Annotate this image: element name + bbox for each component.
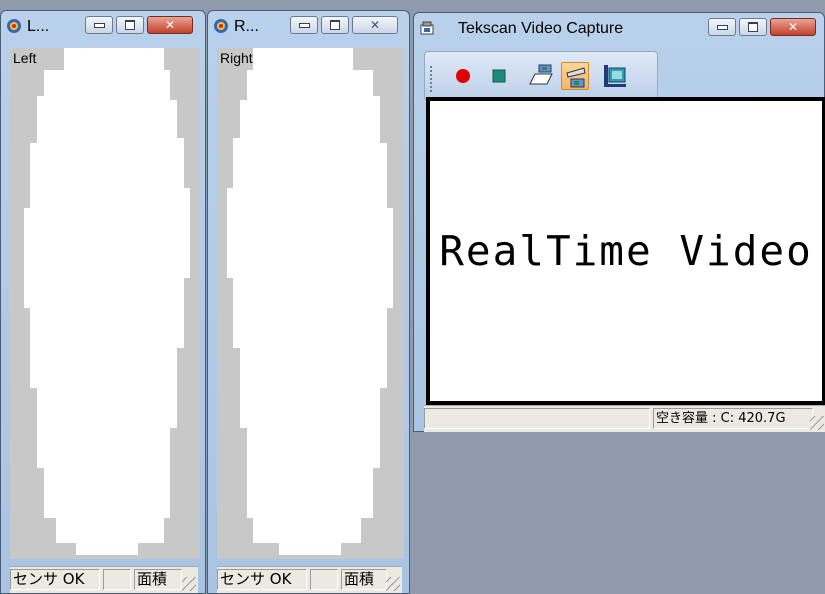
record-button[interactable]	[449, 62, 477, 90]
close-button[interactable]: ✕	[770, 18, 816, 36]
open-folder-button[interactable]	[527, 62, 555, 90]
stop-icon	[492, 69, 506, 83]
tekscan-app-icon	[213, 18, 229, 34]
right-sensor-status: センサ OK	[217, 569, 307, 590]
minimize-button[interactable]	[708, 18, 736, 36]
film-button[interactable]	[601, 62, 629, 90]
close-button[interactable]: ✕	[147, 16, 193, 34]
resize-grip-icon[interactable]	[182, 577, 196, 591]
camera-settings-button[interactable]	[561, 62, 589, 90]
camera-icon	[566, 67, 586, 88]
stop-button[interactable]	[485, 62, 513, 90]
left-sensor-status: センサ OK	[10, 569, 100, 590]
minimize-icon	[298, 22, 310, 28]
right-title-bar[interactable]: R... ✕	[208, 11, 409, 39]
video-window-title: Tekscan Video Capture	[458, 20, 624, 37]
maximize-button[interactable]	[321, 16, 349, 34]
close-button[interactable]: ✕	[352, 16, 398, 34]
left-sensor-area: Left	[10, 48, 200, 559]
left-title-bar[interactable]: L... ✕	[1, 11, 205, 39]
maximize-icon	[330, 20, 340, 30]
open-folder-icon	[529, 64, 553, 85]
maximize-icon	[748, 22, 758, 32]
disk-free-status: 空き容量 : C: 420.7G	[653, 408, 813, 429]
video-app-icon	[419, 20, 435, 36]
video-toolbar	[424, 51, 658, 101]
right-sensor-label: Right	[220, 50, 253, 66]
right-window-title: R...	[234, 18, 259, 35]
close-icon: ✕	[164, 18, 176, 32]
maximize-icon	[125, 20, 135, 30]
close-icon: ✕	[369, 18, 381, 32]
video-preview-area: RealTime Video	[426, 97, 825, 405]
record-icon	[456, 69, 470, 83]
left-area-status: 面積	[134, 569, 182, 590]
maximize-button[interactable]	[739, 18, 767, 36]
video-capture-window: Tekscan Video Capture ✕ RealTime Video 空…	[413, 12, 825, 432]
right-status-empty	[310, 569, 338, 590]
left-sensor-window: L... ✕ Left センサ OK 面積	[0, 10, 206, 594]
left-sensor-label: Left	[13, 50, 37, 66]
film-icon	[604, 65, 626, 87]
right-sensor-area: Right	[217, 48, 404, 559]
minimize-button[interactable]	[290, 16, 318, 34]
right-status-bar: センサ OK 面積	[217, 566, 402, 593]
resize-grip-icon[interactable]	[810, 416, 824, 430]
minimize-icon	[93, 22, 105, 28]
right-area-status: 面積	[341, 569, 387, 590]
tekscan-app-icon	[6, 18, 22, 34]
video-title-bar[interactable]: Tekscan Video Capture ✕	[414, 13, 824, 41]
minimize-icon	[716, 24, 728, 30]
resize-grip-icon[interactable]	[386, 577, 400, 591]
left-foot-outline	[24, 48, 190, 555]
left-status-empty	[103, 569, 131, 590]
maximize-button[interactable]	[116, 16, 144, 34]
toolbar-grip-icon[interactable]	[430, 66, 432, 92]
left-status-bar: センサ OK 面積	[10, 566, 198, 593]
close-icon: ✕	[787, 20, 799, 34]
video-status-bar: 空き容量 : C: 420.7G	[424, 405, 825, 432]
right-sensor-window: R... ✕ Right センサ OK 面積	[207, 10, 410, 594]
realtime-video-text: RealTime Video	[439, 227, 813, 275]
left-window-title: L...	[27, 18, 50, 35]
video-status-empty	[424, 408, 650, 429]
right-foot-outline	[227, 48, 393, 555]
minimize-button[interactable]	[85, 16, 113, 34]
